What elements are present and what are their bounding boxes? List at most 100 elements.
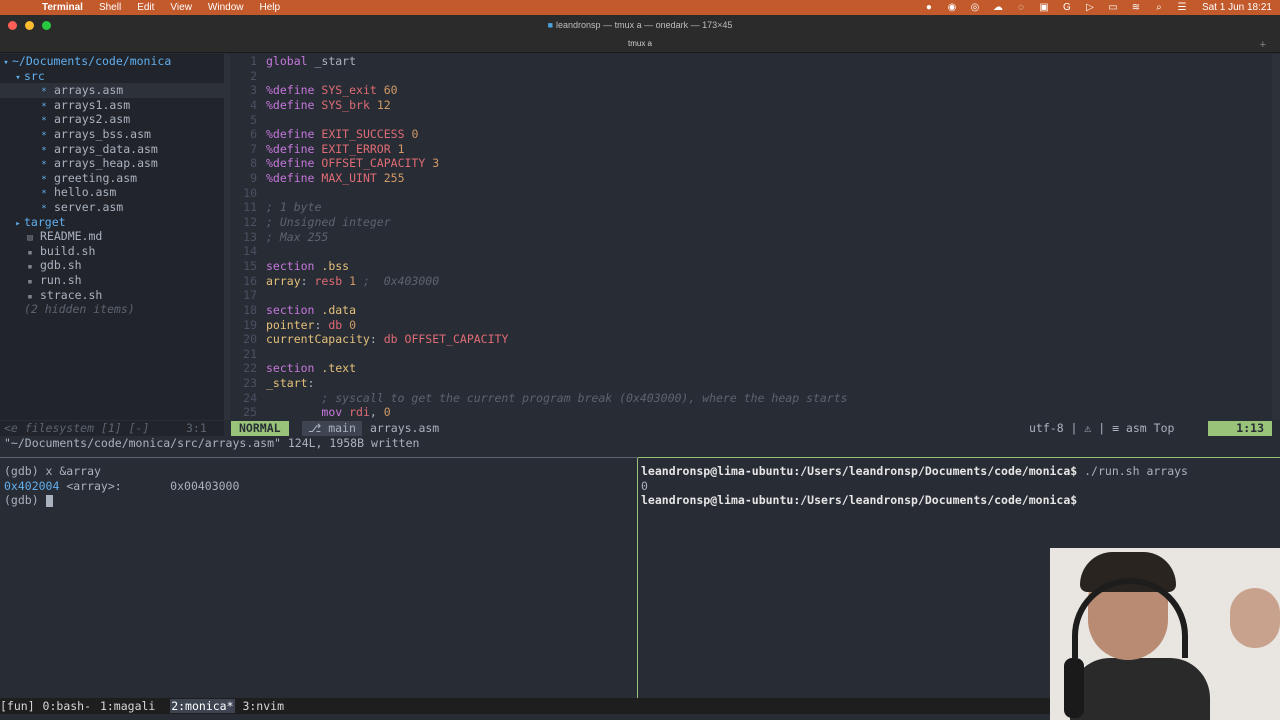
code-line[interactable]: 16 array: resb 1 ; 0x403000 — [230, 274, 1272, 289]
tree-dir-target[interactable]: ▸ target — [0, 215, 224, 230]
tree-file[interactable]: ▪ run.sh — [0, 273, 224, 288]
tree-file-label: gdb.sh — [40, 258, 82, 273]
line-number: 3 — [250, 83, 257, 98]
code-line[interactable]: 6 %define EXIT_SUCCESS 0 — [230, 127, 1272, 142]
tree-file[interactable]: ▪ strace.sh — [0, 288, 224, 303]
code-line[interactable]: 4 %define SYS_brk 12 — [230, 98, 1272, 113]
code-line[interactable]: 21 — [230, 347, 1272, 362]
tree-file[interactable]: * arrays_bss.asm — [0, 127, 224, 142]
status-icon[interactable]: ◉ — [945, 2, 959, 13]
menu-help[interactable]: Help — [252, 2, 289, 13]
control-center-icon[interactable]: ☰ — [1175, 2, 1189, 13]
code-line[interactable]: 7 %define EXIT_ERROR 1 — [230, 142, 1272, 157]
vim-cmdline: "~/Documents/code/monica/src/arrays.asm"… — [4, 436, 420, 450]
tmux-window-0[interactable]: 0:bash- — [42, 699, 92, 713]
tree-file-label: arrays_bss.asm — [54, 126, 151, 141]
tree-file-label: arrays.asm — [54, 83, 124, 98]
shell-output: 0 — [641, 478, 648, 493]
pane-divider-vertical[interactable] — [637, 458, 638, 698]
tmux-window-2[interactable]: 2:monica* — [170, 699, 235, 713]
code-line[interactable]: 2 — [230, 69, 1272, 84]
battery-icon[interactable]: ▭ — [1106, 2, 1120, 13]
tree-file[interactable]: ▪ gdb.sh — [0, 258, 224, 273]
code-line[interactable]: 9 %define MAX_UINT 255 — [230, 171, 1272, 186]
code-line[interactable]: 12 ; Unsigned integer — [230, 215, 1272, 230]
tree-dir-src[interactable]: ▾ src — [0, 69, 224, 84]
code-line[interactable]: 10 — [230, 186, 1272, 201]
editor-scrollbar[interactable] — [1272, 54, 1280, 420]
tree-file[interactable]: * arrays1.asm — [0, 98, 224, 113]
tree-root[interactable]: ▾ ~/Documents/code/monica — [0, 54, 224, 69]
code-line[interactable]: 25 mov rdi, 0 — [230, 405, 1272, 420]
wifi-icon[interactable]: ≋ — [1129, 2, 1143, 13]
globe-icon[interactable]: ◌ — [1014, 2, 1028, 13]
tmux-window-3[interactable]: 3:nvim — [241, 699, 285, 713]
line-number: 12 — [243, 215, 257, 230]
code-line[interactable]: 5 — [230, 113, 1272, 128]
search-icon[interactable]: ⌕ — [1152, 2, 1166, 13]
terminal-titlebar: ■ leandronsp — tmux a — onedark — 173×45 … — [0, 15, 1280, 53]
menubar-clock[interactable]: Sat 1 Jun 18:21 — [1202, 2, 1272, 13]
line-number: 4 — [250, 97, 257, 112]
terminal-content[interactable]: ▾ ~/Documents/code/monica ▾ src * arrays.as… — [0, 54, 1280, 720]
tree-file[interactable]: * server.asm — [0, 200, 224, 215]
code-line[interactable]: 3 %define SYS_exit 60 — [230, 83, 1272, 98]
tree-file[interactable]: * arrays_data.asm — [0, 142, 224, 157]
grammar-icon[interactable]: G — [1060, 2, 1074, 13]
gdb-pane[interactable]: (gdb) x &array 0x402004 <array>: 0x00403… — [4, 464, 239, 508]
gdb-address: 0x402004 — [4, 478, 60, 493]
menu-window[interactable]: Window — [200, 2, 252, 13]
tree-file[interactable]: ▤ README.md — [0, 229, 224, 244]
tree-file-label: README.md — [40, 229, 103, 244]
status-icon-2[interactable]: ◎ — [968, 2, 982, 13]
code-line[interactable]: 11 ; 1 byte — [230, 200, 1272, 215]
code-editor[interactable]: 1 global _start 2 3 %define SYS_exit 60 4 %def… — [230, 54, 1272, 420]
cloud-icon[interactable]: ☁ — [991, 2, 1005, 13]
line-number: 8 — [250, 156, 257, 171]
pane-divider-horizontal[interactable] — [0, 457, 1280, 458]
tree-file[interactable]: * arrays.asm — [0, 83, 224, 98]
menu-view[interactable]: View — [162, 2, 200, 13]
code-line[interactable]: 8 %define OFFSET_CAPACITY 3 — [230, 156, 1272, 171]
tree-file-label: arrays2.asm — [54, 112, 131, 127]
tmux-window-1[interactable]: 1:magali — [99, 699, 156, 713]
tree-file[interactable]: * greeting.asm — [0, 171, 224, 186]
file-info: utf-8 | ⚠ | ≡ asm Top — [1029, 421, 1175, 435]
code-line[interactable]: 23 _start: — [230, 376, 1272, 391]
code-line[interactable]: 20 currentCapacity: db OFFSET_CAPACITY — [230, 332, 1272, 347]
tree-file-label: arrays_heap.asm — [54, 156, 158, 171]
record-icon[interactable]: ● — [922, 2, 936, 13]
code-line[interactable]: 14 — [230, 244, 1272, 259]
line-number: 22 — [243, 361, 257, 376]
code-line[interactable]: 24 ; syscall to get the current program … — [230, 391, 1272, 406]
code-line[interactable]: 19 pointer: db 0 — [230, 318, 1272, 333]
line-text: ; syscall to get the current program bre… — [321, 390, 848, 405]
new-tab-button[interactable]: + — [1260, 39, 1266, 51]
menu-edit[interactable]: Edit — [129, 2, 162, 13]
tree-file[interactable]: * arrays_heap.asm — [0, 156, 224, 171]
menu-terminal[interactable]: Terminal — [34, 2, 91, 13]
play-icon[interactable]: ▷ — [1083, 2, 1097, 13]
tree-file[interactable]: ▪ build.sh — [0, 244, 224, 259]
text-cursor — [45, 494, 53, 507]
tree-file[interactable]: * hello.asm — [0, 185, 224, 200]
code-line[interactable]: 1 global _start — [230, 54, 1272, 69]
branch-icon: ⎇ — [308, 421, 329, 435]
shell-pane[interactable]: leandronsp@lima-ubuntu:/Users/leandronsp… — [641, 464, 1188, 508]
tree-position: 3:1 — [186, 421, 207, 435]
code-line[interactable]: 22 section .text — [230, 361, 1272, 376]
line-text: global _start — [266, 54, 357, 68]
scroll-position: Top — [1153, 421, 1175, 435]
tree-file-label: hello.asm — [54, 185, 117, 200]
line-number: 17 — [243, 288, 257, 303]
line-text: _start: — [266, 376, 315, 391]
code-line[interactable]: 15 section .bss — [230, 259, 1272, 274]
tab-title[interactable]: tmux a — [0, 39, 1280, 48]
line-text: section .data — [266, 302, 357, 317]
display-icon[interactable]: ▣ — [1037, 2, 1051, 13]
code-line[interactable]: 13 ; Max 255 — [230, 230, 1272, 245]
menu-shell[interactable]: Shell — [91, 2, 129, 13]
code-line[interactable]: 17 — [230, 288, 1272, 303]
code-line[interactable]: 18 section .data — [230, 303, 1272, 318]
tree-file[interactable]: * arrays2.asm — [0, 112, 224, 127]
